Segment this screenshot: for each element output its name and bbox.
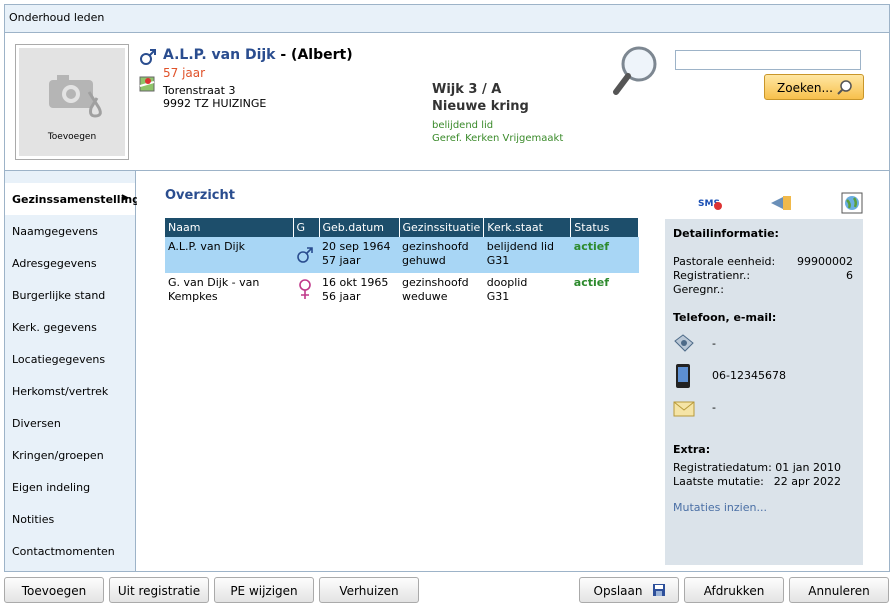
sidebar-item-kerk-gegevens[interactable]: Kerk. gegevens — [5, 311, 135, 343]
col-header-naam[interactable]: Naam — [165, 218, 294, 237]
regdate-value: 01 jan 2010 — [775, 461, 841, 474]
member-street: Torenstraat 3 — [163, 84, 236, 97]
sidebar-item-gezinssamenstelling[interactable]: Gezinssamenstelling ▶ — [5, 183, 140, 215]
map-icon[interactable] — [139, 76, 155, 92]
pe-label: Pastorale eenheid: — [673, 255, 776, 268]
col-header-status[interactable]: Status — [570, 218, 640, 237]
main-content: Overzicht SMS Naam G Geb.datum Gezinssit… — [137, 171, 889, 571]
search-button-label: Zoeken... — [777, 81, 833, 95]
main-window: Onderhoud leden Toevoegen A.L.P. van Dij… — [4, 4, 890, 572]
cell-gender — [293, 237, 319, 273]
sidebar-item-diversen[interactable]: Diversen — [5, 407, 135, 439]
camera-icon — [49, 75, 102, 118]
sms-icon[interactable]: SMS — [697, 195, 723, 211]
sidebar-item-locatiegegevens[interactable]: Locatiegegevens — [5, 343, 135, 375]
cell-gebdatum: 16 okt 1965 56 jaar — [322, 276, 389, 303]
move-button[interactable]: Verhuizen — [319, 577, 419, 603]
contact-title: Telefoon, e-mail: — [673, 311, 777, 324]
mutations-link[interactable]: Mutaties inzien... — [673, 501, 767, 514]
sidebar-item-adresgegevens[interactable]: Adresgegevens — [5, 247, 135, 279]
sidebar: Gezinssamenstelling ▶ Naamgegevens Adresg… — [5, 171, 140, 571]
cell-naam: A.L.P. van Dijk — [165, 237, 293, 273]
cell-gezinssituatie: gezinshoofd gehuwd — [399, 237, 484, 273]
female-icon — [299, 279, 311, 299]
window-title: Onderhoud leden — [5, 5, 889, 33]
sidebar-item-herkomst-vertrek[interactable]: Herkomst/vertrek — [5, 375, 135, 407]
cell-gebdatum: 20 sep 1964 57 jaar — [319, 237, 399, 273]
sidebar-item-kringen-groepen[interactable]: Kringen/groepen — [5, 439, 135, 471]
sidebar-item-eigen-indeling[interactable]: Eigen indeling — [5, 471, 135, 503]
sidebar-item-notities[interactable]: Notities — [5, 503, 135, 535]
photo-add-button[interactable]: Toevoegen — [15, 44, 129, 160]
cell-status: actief — [570, 237, 639, 273]
sidebar-item-burgerlijke-stand[interactable]: Burgerlijke stand — [5, 279, 135, 311]
save-button[interactable]: Opslaan — [579, 577, 679, 603]
save-button-label: Opslaan — [593, 584, 643, 598]
male-icon — [140, 49, 156, 65]
extra-title: Extra: — [673, 443, 711, 456]
family-table: Naam G Geb.datum Gezinssituatie Kerk.sta… — [165, 218, 640, 309]
phone-value: - — [712, 337, 716, 350]
col-header-g[interactable]: G — [293, 218, 320, 237]
member-age: 57 jaar — [163, 66, 206, 80]
col-header-kerkstaat[interactable]: Kerk.staat — [483, 218, 572, 237]
print-button[interactable]: Afdrukken — [684, 577, 784, 603]
cell-naam: G. van Dijk - van Kempkes — [168, 276, 260, 303]
member-wijk: Wijk 3 / A — [432, 82, 502, 97]
member-fullname: A.L.P. van Dijk — [163, 47, 276, 63]
chevron-right-icon: ▶ — [122, 193, 129, 203]
gereg-label: Geregnr.: — [673, 283, 725, 296]
detail-title: Detailinformatie: — [673, 227, 779, 240]
search-icon — [837, 80, 852, 95]
cell-gezinssituatie: gezinshoofd weduwe — [402, 276, 469, 303]
email-value: - — [712, 401, 716, 414]
col-header-gezinssituatie[interactable]: Gezinssituatie — [399, 218, 485, 237]
floppy-icon — [653, 584, 665, 596]
member-name: A.L.P. van Dijk - (Albert) — [163, 47, 353, 63]
male-icon — [297, 247, 313, 263]
photo-label: Toevoegen — [47, 132, 97, 142]
search-button[interactable]: Zoeken... — [764, 74, 864, 100]
member-church: Geref. Kerken Vrijgemaakt — [432, 133, 564, 144]
add-button[interactable]: Toevoegen — [4, 577, 104, 603]
sidebar-item-naamgegevens[interactable]: Naamgegevens — [5, 215, 135, 247]
cell-kerkstaat: belijdend lid G31 — [483, 237, 571, 273]
reg-value: 6 — [846, 269, 853, 282]
table-row[interactable]: A.L.P. van Dijk 20 sep 1964 57 jaar gezin… — [165, 237, 639, 273]
table-row[interactable]: G. van Dijk - van Kempkes 16 okt 1965 56 … — [165, 273, 639, 309]
mobile-value: 06-12345678 — [712, 369, 786, 382]
member-city: 9992 TZ HUIZINGE — [163, 97, 267, 110]
col-header-gebdatum[interactable]: Geb.datum — [319, 218, 400, 237]
pe-change-button[interactable]: PE wijzigen — [214, 577, 314, 603]
button-bar: Toevoegen Uit registratie PE wijzigen Ve… — [0, 574, 894, 608]
pe-value: 99900002 — [797, 255, 853, 268]
overview-title: Overzicht — [165, 188, 235, 203]
mutation-label: Laatste mutatie: — [673, 475, 764, 488]
sidebar-item-contactmomenten[interactable]: Contactmomenten — [5, 535, 135, 567]
magnifier-icon — [613, 46, 657, 95]
cell-gender — [293, 273, 319, 309]
regdate-label: Registratiedatum: — [673, 461, 772, 474]
globe-icon[interactable] — [841, 192, 863, 214]
member-header: Toevoegen A.L.P. van Dijk - (Albert) 57 … — [5, 34, 889, 171]
member-status: belijdend lid — [432, 120, 494, 131]
cell-status: actief — [573, 276, 609, 289]
phone-icon — [674, 334, 694, 352]
cancel-button[interactable]: Annuleren — [789, 577, 889, 603]
table-header: Naam G Geb.datum Gezinssituatie Kerk.sta… — [165, 218, 640, 237]
cell-kerkstaat: dooplid G31 — [486, 276, 528, 303]
megaphone-icon[interactable] — [769, 193, 795, 213]
reg-label: Registratienr.: — [673, 269, 751, 282]
member-kring: Nieuwe kring — [432, 99, 529, 114]
mobile-icon — [676, 364, 690, 388]
member-nickname: - (Albert) — [280, 47, 353, 63]
mutation-value: 22 apr 2022 — [773, 475, 841, 488]
search-input[interactable] — [675, 50, 861, 70]
detail-panel: Detailinformatie: Pastorale eenheid: 999… — [665, 219, 863, 565]
mail-icon — [673, 401, 695, 417]
unregister-button[interactable]: Uit registratie — [109, 577, 209, 603]
